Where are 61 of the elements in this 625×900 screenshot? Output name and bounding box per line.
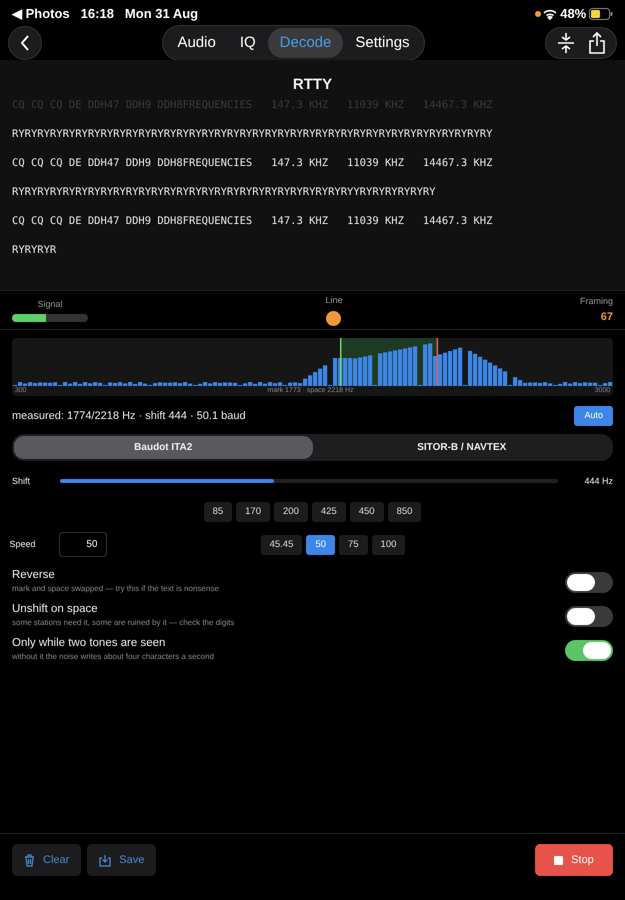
share-icon [588,32,606,54]
framing-label: Framing [580,295,613,308]
status-time: 16:18 [80,5,114,24]
shift-reading: 444 Hz [584,474,613,488]
save-button[interactable]: Save [87,844,156,876]
status-date: Mon 31 Aug [124,5,198,24]
speed-preset-button[interactable]: 50 [306,534,335,555]
shift-label: Shift [12,474,30,488]
toggle-switch[interactable] [565,640,613,661]
tab[interactable]: Decode [268,28,344,58]
wifi-icon [543,8,558,20]
toggle-switch[interactable] [565,606,613,627]
privacy-dot-icon [534,11,541,17]
line-label: Line [325,294,342,308]
option-title: Reverse [12,569,56,584]
shift-preset-button[interactable]: 850 [388,502,422,522]
option-hint: without it the noise writes about four characters a second [12,651,214,664]
mode-tab[interactable]: SITOR-B / NAVTEX [312,436,611,458]
clear-button[interactable]: Clear [12,844,82,876]
back-to-app-link[interactable]: ◀ Photos [12,4,70,24]
decoded-line: RYRYRYRYRYRYRYRYRYRYRYRYRYRYRYRYRYRYRYRYRYRYRYRYRYRYRYRYRYRYRYRYRYRYRYRYRYRY [12,126,494,142]
back-chevron-icon [20,35,30,51]
speed-preset-button[interactable]: 100 [372,534,406,555]
shift-preset-button[interactable]: 170 [236,502,270,522]
collapse-button[interactable] [556,32,576,54]
signal-label: Signal [37,298,63,311]
trash-icon [24,854,35,866]
mode-tab[interactable]: Baudot ITA2 [14,436,312,458]
option-hint: some stations need it, some are ruined by it — check the digits [12,617,234,630]
shift-slider[interactable] [60,479,558,484]
shift-preset-button[interactable]: 425 [312,502,346,522]
framing-value: 67 [600,310,613,324]
stop-square-icon [554,856,564,864]
speed-preset-button[interactable]: 75 [338,534,368,555]
decoded-line: RYRYRYR [12,242,58,258]
battery-icon [589,8,613,20]
share-button[interactable] [588,32,606,54]
decoder-title: RTTY [292,75,334,95]
tab[interactable]: Audio [165,28,228,58]
decoded-line: CQ CQ CQ DE DDH47 DDH9 DDH8FREQUENCIES 147.3 KHZ 11039 KHZ 14467.3 KHZ [12,156,494,170]
option-title: Only while two tones are seen [12,637,166,652]
speed-label: Speed [10,538,37,551]
speed-input[interactable]: 50 [58,532,106,558]
shift-preset-button[interactable]: 85 [204,502,232,522]
shift-preset-button[interactable]: 450 [350,502,384,522]
tab[interactable]: IQ [228,28,268,58]
option-title: Unshift on space [12,603,99,618]
battery-percent: 48% [560,5,586,24]
option-hint: mark and space swapped — try this if the text is nonsense [12,583,219,596]
toggle-switch[interactable] [565,572,613,593]
decoded-line: RYRYRYRYRYRYRYRYRYRYRYRYRYRYRYRYRYRYRYRYRYRYRYRYRYRYRYYRYRYRYRYRYRY [12,184,437,200]
collapse-arrows-icon [556,32,576,54]
measured-text: measured: 1774/2218 Hz · shift 444 · 50.1 baud [12,408,246,424]
tab[interactable]: Settings [343,28,422,58]
stop-button[interactable]: Stop [535,844,613,876]
save-tray-icon [99,854,112,866]
shift-preset-button[interactable]: 200 [274,502,308,522]
decoded-line: CQ CQ CQ DE DDH47 DDH9 DDH8FREQUENCIES 147.3 KHZ 11039 KHZ 14467.3 KHZ [12,214,494,228]
back-button[interactable] [8,26,42,60]
speed-preset-button[interactable]: 45.45 [260,534,302,555]
auto-button[interactable]: Auto [574,406,613,426]
